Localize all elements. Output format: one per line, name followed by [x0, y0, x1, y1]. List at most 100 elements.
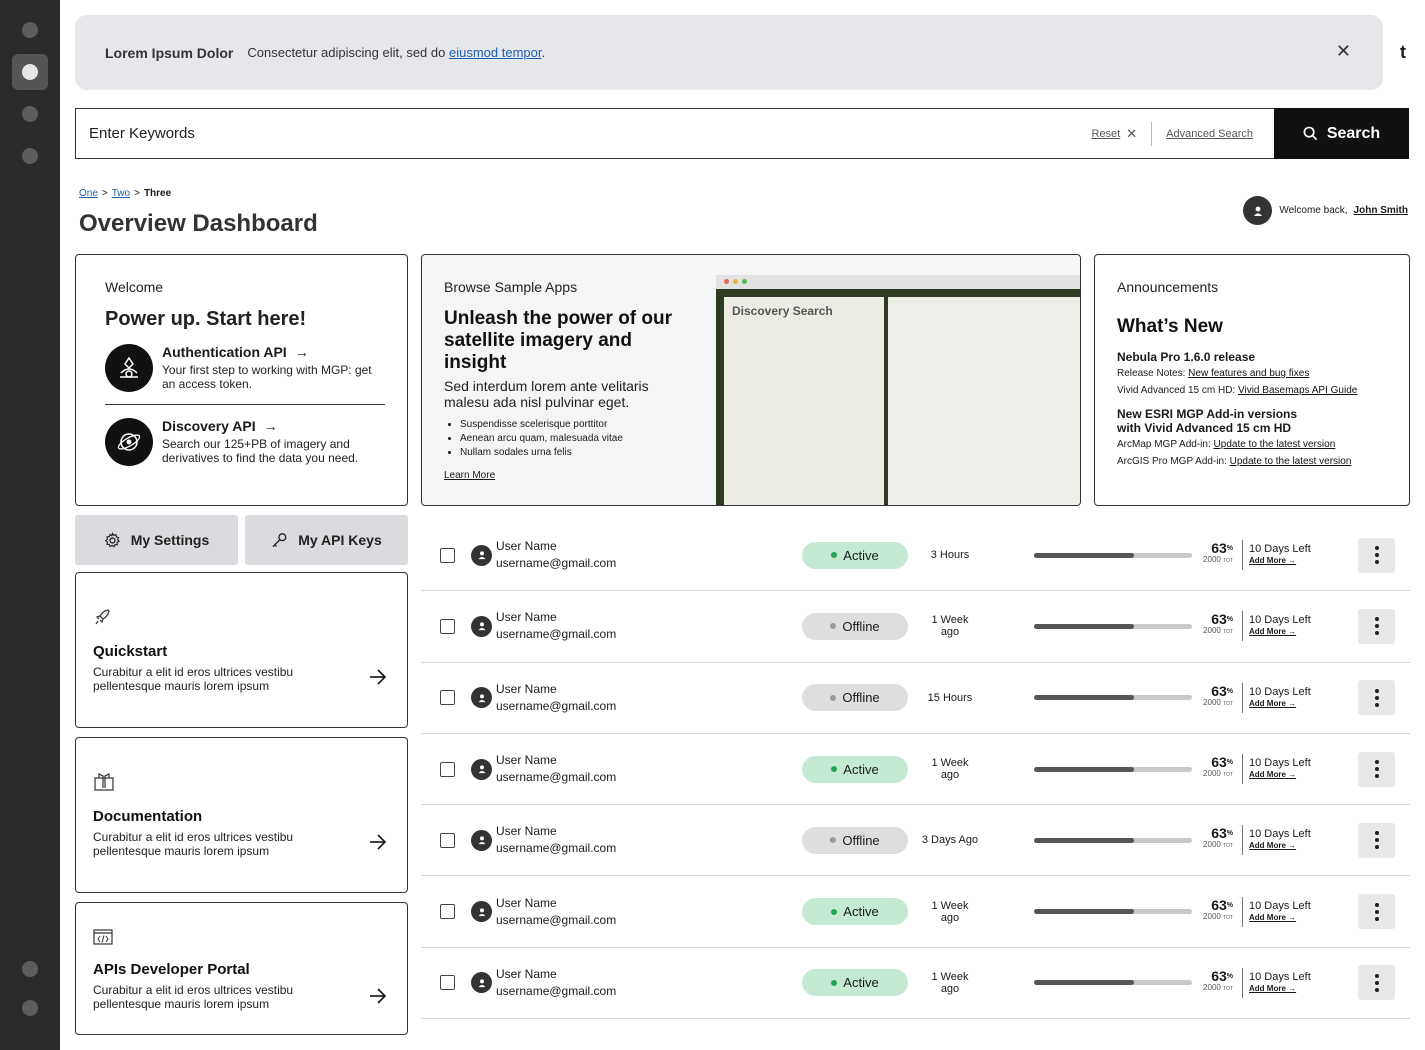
row-menu-kebab-icon[interactable] [1358, 894, 1395, 930]
breadcrumb-two[interactable]: Two [112, 188, 130, 199]
total-value: 2000 [1203, 982, 1221, 992]
row-checkbox[interactable] [440, 618, 455, 634]
add-more-label: Add More [1249, 983, 1286, 993]
total-unit: TOT [1223, 700, 1233, 707]
authentication-api-desc: Your first step to working with MGP: get… [162, 363, 372, 391]
row-checkbox[interactable] [440, 904, 455, 920]
rail-nav-icon[interactable] [22, 106, 38, 122]
breadcrumb: One > Two > Three [79, 188, 171, 199]
authentication-api-icon [105, 344, 153, 392]
total-unit: TOT [1223, 558, 1233, 565]
discovery-api-label: Discovery API [162, 418, 256, 434]
add-more-link[interactable]: Add More → [1249, 912, 1311, 924]
row-menu-kebab-icon[interactable] [1358, 822, 1395, 858]
percent-unit: % [1226, 830, 1233, 838]
arrow-right-icon: → [1288, 912, 1297, 922]
my-api-keys-label: My API Keys [298, 532, 382, 548]
add-more-link[interactable]: Add More → [1249, 626, 1311, 638]
usage-progress-bar [1034, 837, 1192, 843]
rail-nav-icon[interactable] [22, 148, 38, 164]
percent-unit: % [1226, 759, 1233, 767]
discovery-api-item[interactable]: Discovery API → Search our 125+PB of imag… [105, 418, 385, 466]
row-menu-kebab-icon[interactable] [1358, 751, 1395, 787]
release-notes-link[interactable]: New features and bug fixes [1188, 368, 1309, 379]
arrow-right-icon: → [263, 418, 278, 434]
apis-portal-desc: Curabitur a elit id eros ultrices vestib… [93, 983, 294, 1011]
row-checkbox[interactable] [440, 690, 455, 706]
rail-nav-icon[interactable] [22, 1000, 38, 1016]
usage-percent: 63% 2000 TOT [1203, 541, 1233, 567]
reset-close-icon[interactable]: ✕ [1126, 126, 1137, 142]
last-seen: 3 Hours [930, 549, 970, 562]
arrow-right-icon: → [1288, 556, 1297, 566]
documentation-tile[interactable]: Documentation Curabitur a elit id eros u… [75, 737, 408, 893]
user-name: User Name [496, 966, 557, 981]
total-unit: TOT [1223, 985, 1233, 992]
app-preview-screenshot[interactable]: Discovery Search [716, 275, 1080, 505]
reset-link[interactable]: Reset [1092, 128, 1121, 140]
vivid-guide-link[interactable]: Vivid Basemaps API Guide [1238, 385, 1357, 396]
banner-link[interactable]: eiusmod tempor [449, 45, 542, 60]
last-seen: 1 Week ago [931, 899, 969, 924]
status-dot-icon [831, 908, 838, 915]
add-more-link[interactable]: Add More → [1249, 840, 1311, 852]
banner-close-icon[interactable]: ✕ [1336, 41, 1351, 62]
rail-nav-icon[interactable] [22, 22, 38, 38]
status-badge: Offline [802, 684, 908, 712]
rail-nav-active-item[interactable] [12, 54, 48, 90]
user-email: username@gmail.com [496, 841, 617, 856]
my-settings-button[interactable]: My Settings [75, 515, 238, 565]
breadcrumb-one[interactable]: One [79, 188, 98, 199]
arrow-right-icon[interactable] [368, 833, 388, 856]
row-checkbox[interactable] [440, 975, 455, 991]
quickstart-tile[interactable]: Quickstart Curabitur a elit id eros ultr… [75, 572, 408, 728]
my-api-keys-button[interactable]: My API Keys [245, 515, 408, 565]
last-seen: 15 Hours [927, 691, 973, 704]
add-more-link[interactable]: Add More → [1249, 698, 1311, 710]
search-bar: Reset ✕ Advanced Search Search [75, 108, 1409, 159]
user-name-link[interactable]: John Smith [1354, 205, 1408, 216]
advanced-search-link[interactable]: Advanced Search [1166, 128, 1253, 140]
row-checkbox[interactable] [440, 547, 455, 563]
user-icon [478, 765, 485, 774]
percent-unit: % [1226, 901, 1233, 909]
arrow-right-icon[interactable] [368, 668, 388, 691]
quickstart-desc: Curabitur a elit id eros ultrices vestib… [93, 665, 294, 693]
avatar [471, 615, 492, 637]
days-left-label: 10 Days Left [1249, 614, 1311, 627]
row-checkbox[interactable] [440, 832, 455, 848]
apis-developer-portal-tile[interactable]: APIs Developer Portal Curabitur a elit i… [75, 902, 408, 1035]
add-more-link[interactable]: Add More → [1249, 769, 1311, 781]
row-menu-kebab-icon[interactable] [1358, 680, 1395, 716]
add-more-link[interactable]: Add More → [1249, 555, 1311, 567]
usage-progress-bar [1034, 766, 1192, 772]
user-icon [478, 907, 485, 916]
search-button[interactable]: Search [1274, 108, 1409, 159]
discovery-api-icon [105, 418, 153, 466]
gear-icon [104, 531, 120, 548]
row-menu-kebab-icon[interactable] [1358, 537, 1395, 573]
row-checkbox[interactable] [440, 761, 455, 777]
arcgis-update-link[interactable]: Update to the latest version [1230, 456, 1352, 467]
arrow-right-icon[interactable] [368, 987, 388, 1010]
add-more-link[interactable]: Add More → [1249, 983, 1311, 995]
authentication-api-item[interactable]: Authentication API → Your first step to w… [105, 344, 385, 392]
table-row: User Name username@gmail.com Offline 1 W… [421, 591, 1410, 663]
arrow-right-icon: → [294, 344, 309, 360]
discovery-api-title[interactable]: Discovery API → [162, 418, 385, 434]
usage-percent: 63% 2000 TOT [1203, 898, 1233, 924]
rail-nav-icon[interactable] [22, 961, 38, 977]
arcmap-update-link[interactable]: Update to the latest version [1214, 439, 1336, 450]
edge-clipped-text: t [1400, 42, 1406, 62]
days-left-label: 10 Days Left [1249, 757, 1311, 770]
arcmap-line: ArcMap MGP Add-in: Update to the latest … [1117, 438, 1409, 452]
row-menu-kebab-icon[interactable] [1358, 608, 1395, 644]
user-info: User Name username@gmail.com [496, 966, 616, 1000]
search-input[interactable] [76, 109, 1092, 158]
avatar[interactable] [1243, 196, 1273, 225]
authentication-api-title[interactable]: Authentication API → [162, 344, 385, 360]
learn-more-link[interactable]: Learn More [444, 470, 495, 481]
release-title: Nebula Pro 1.6.0 release [1117, 350, 1256, 364]
row-menu-kebab-icon[interactable] [1358, 965, 1395, 1001]
days-left: 10 Days Left Add More → [1249, 757, 1311, 781]
